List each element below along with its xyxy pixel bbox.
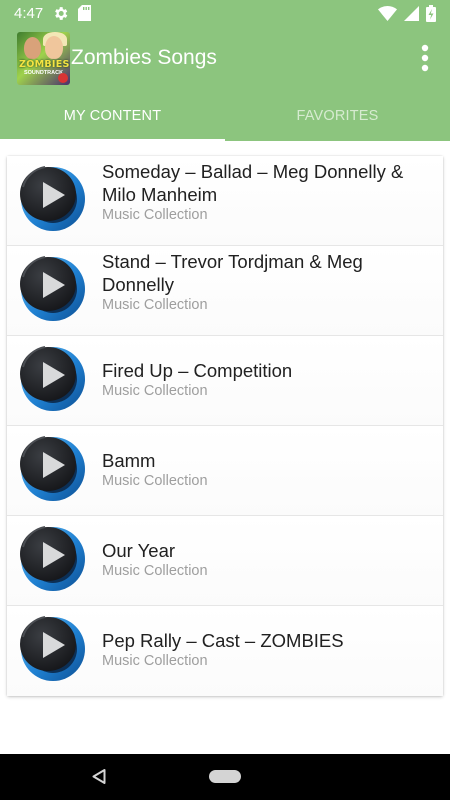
navigation-bar	[0, 754, 450, 800]
play-icon	[15, 521, 87, 593]
song-title: Pep Rally – Cast – ZOMBIES	[102, 630, 344, 651]
battery-charging-icon	[426, 4, 436, 22]
play-icon	[15, 431, 87, 503]
status-time: 4:47	[14, 4, 44, 22]
settings-icon	[52, 5, 69, 22]
song-title: Fired Up – Competition	[102, 360, 293, 381]
list-item[interactable]: Pep Rally – Cast – ZOMBIES Music Collect…	[7, 606, 443, 696]
song-subtitle: Music Collection	[102, 473, 208, 489]
play-icon	[15, 611, 87, 683]
tab-my-content[interactable]: MY CONTENT	[0, 90, 225, 141]
song-subtitle: Music Collection	[102, 383, 208, 399]
play-icon	[15, 341, 87, 413]
status-bar: 4:47	[0, 0, 450, 26]
song-title: Our Year	[102, 540, 176, 561]
list-item[interactable]: Someday – Ballad – Meg Donnelly & Milo M…	[7, 156, 443, 246]
song-title: Bamm	[102, 450, 156, 471]
list-item[interactable]: Our Year Music Collection	[7, 516, 443, 606]
song-subtitle: Music Collection	[102, 297, 208, 313]
home-pill-icon[interactable]	[209, 770, 241, 783]
app-bar: ZOMBIES SOUNDTRACK Zombies Songs	[0, 26, 450, 90]
list-item[interactable]: Fired Up – Competition Music Collection	[7, 336, 443, 426]
signal-icon	[404, 5, 419, 21]
wifi-icon	[378, 5, 397, 21]
list-item[interactable]: Stand – Trevor Tordjman & Meg Donnelly M…	[7, 246, 443, 336]
song-subtitle: Music Collection	[102, 653, 208, 669]
tab-bar: MY CONTENT FAVORITES	[0, 90, 450, 141]
play-icon	[15, 251, 87, 323]
song-title: Stand – Trevor Tordjman & Meg Donnelly	[102, 251, 363, 295]
more-vertical-icon[interactable]	[412, 38, 438, 78]
song-subtitle: Music Collection	[102, 207, 208, 223]
app-logo: ZOMBIES SOUNDTRACK	[17, 31, 70, 85]
back-icon[interactable]	[92, 769, 106, 789]
song-list: Someday – Ballad – Meg Donnelly & Milo M…	[7, 156, 443, 696]
app-title: Zombies Songs	[71, 46, 217, 69]
song-subtitle: Music Collection	[102, 563, 208, 579]
song-title: Someday – Ballad – Meg Donnelly & Milo M…	[102, 161, 404, 205]
tab-favorites[interactable]: FAVORITES	[225, 90, 450, 141]
play-icon	[15, 161, 87, 233]
list-item[interactable]: Bamm Music Collection	[7, 426, 443, 516]
sd-card-icon	[78, 5, 92, 21]
